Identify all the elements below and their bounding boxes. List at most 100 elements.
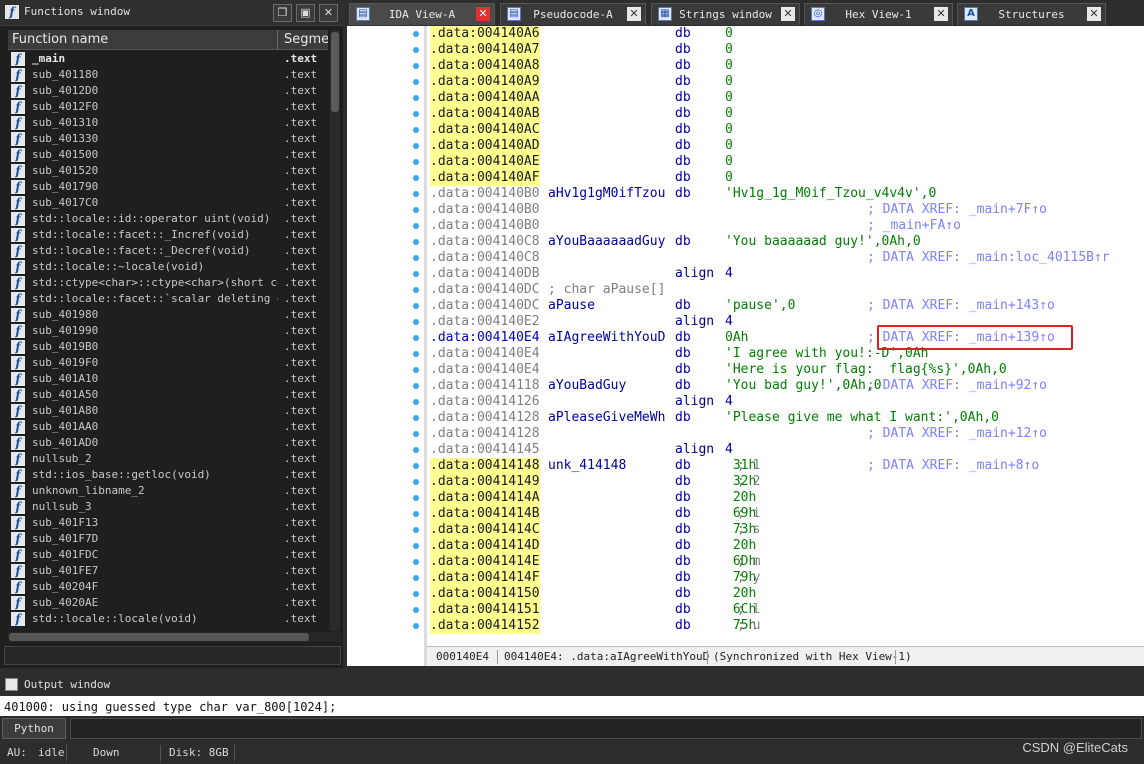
- data-label[interactable]: aIAgreeWithYouD: [548, 330, 665, 346]
- python-input[interactable]: [70, 718, 1142, 739]
- disasm-line[interactable]: .data:004140B0 ; DATA XREF: _main+7F↑o: [427, 202, 1144, 218]
- xref-comment[interactable]: ; DATA XREF: _main+8↑o: [867, 458, 1039, 474]
- disasm-line[interactable]: .data:004140AB db 0: [427, 106, 1144, 122]
- column-function-name[interactable]: Function name: [8, 30, 278, 50]
- function-row[interactable]: f sub_4019F0 .text: [8, 355, 328, 371]
- tab-structures[interactable]: A Structures ✕: [957, 3, 1106, 25]
- function-row[interactable]: f sub_401500 .text: [8, 147, 328, 163]
- data-label[interactable]: aYouBadGuy: [548, 378, 626, 394]
- output-window-body[interactable]: 401000: using guessed type char var_800[…: [0, 696, 1144, 716]
- disasm-line[interactable]: .data:0041414F db 79h; y: [427, 570, 1144, 586]
- operand[interactable]: 0: [725, 42, 733, 58]
- function-row[interactable]: f sub_401A50 .text: [8, 387, 328, 403]
- function-row[interactable]: f sub_401A80 .text: [8, 403, 328, 419]
- close-button[interactable]: ✕: [319, 4, 338, 22]
- operand[interactable]: 0: [725, 90, 733, 106]
- function-row[interactable]: f sub_401990 .text: [8, 323, 328, 339]
- disasm-line[interactable]: .data:0041414C db 73h; s: [427, 522, 1144, 538]
- operand[interactable]: 20h: [725, 538, 757, 554]
- data-label[interactable]: aPause: [548, 298, 595, 314]
- column-segment[interactable]: Segmer: [281, 30, 328, 50]
- function-row[interactable]: f sub_401FE7 .text: [8, 563, 328, 579]
- tab-pseudocode-a[interactable]: ▤ Pseudocode-A ✕: [500, 3, 646, 25]
- disasm-line[interactable]: .data:004140DC aPause db 'pause',0 ; DATA XR…: [427, 298, 1144, 314]
- disasm-line[interactable]: .data:004140AE db 0: [427, 154, 1144, 170]
- close-tab-icon[interactable]: ✕: [781, 7, 795, 21]
- function-row[interactable]: f sub_4012D0 .text: [8, 83, 328, 99]
- disasm-line[interactable]: .data:00414148 unk_414148 db 31h; 1; DATA …: [427, 458, 1144, 474]
- operand[interactable]: 'Please give me what I want:',0Ah,0: [725, 410, 999, 426]
- function-row[interactable]: f sub_401AA0 .text: [8, 419, 328, 435]
- disasm-line[interactable]: .data:00414118 aYouBadGuy db 'You bad guy!'…: [427, 378, 1144, 394]
- function-row[interactable]: f std::locale::facet::`scalar deleting d……: [8, 291, 328, 307]
- operand[interactable]: 0: [725, 170, 733, 186]
- disasm-line[interactable]: .data:0041414D db 20h: [427, 538, 1144, 554]
- disasm-line[interactable]: .data:004140E4 db 'Here is your flag: flag…: [427, 362, 1144, 378]
- functions-filter-bar[interactable]: [4, 646, 341, 665]
- xref-comment[interactable]: ; _main+FA↑o: [867, 218, 961, 234]
- functions-vertical-scrollbar[interactable]: [330, 30, 340, 631]
- function-row[interactable]: f sub_401520 .text: [8, 163, 328, 179]
- function-row[interactable]: f sub_4020AE .text: [8, 595, 328, 611]
- disasm-line[interactable]: .data:004140A9 db 0: [427, 74, 1144, 90]
- function-row[interactable]: f sub_401F7D .text: [8, 531, 328, 547]
- xref-comment[interactable]: ; DATA XREF: _main+92↑o: [867, 378, 1047, 394]
- tab-strings-window[interactable]: ▦ Strings window ✕: [651, 3, 800, 25]
- xref-comment[interactable]: ; DATA XREF: _main+12↑o: [867, 426, 1047, 442]
- function-row[interactable]: f sub_401310 .text: [8, 115, 328, 131]
- disasm-line[interactable]: .data:00414145 align 4: [427, 442, 1144, 458]
- operand[interactable]: 0: [725, 26, 733, 42]
- disasm-line[interactable]: .data:004140AC db 0: [427, 122, 1144, 138]
- function-row[interactable]: f std::ios_base::getloc(void) .text: [8, 467, 328, 483]
- function-row[interactable]: f sub_4019B0 .text: [8, 339, 328, 355]
- function-row[interactable]: f sub_401980 .text: [8, 307, 328, 323]
- operand[interactable]: 0: [725, 74, 733, 90]
- disasm-line[interactable]: .data:00414149 db 32h; 2: [427, 474, 1144, 490]
- disasm-line[interactable]: .data:0041414E db 6Dh; m: [427, 554, 1144, 570]
- tab-hex-view-1[interactable]: ◎ Hex View-1 ✕: [804, 3, 953, 25]
- scroll-thumb[interactable]: [9, 633, 309, 641]
- operand[interactable]: 4: [725, 442, 733, 458]
- disasm-line[interactable]: .data:004140A6 db 0: [427, 26, 1144, 42]
- xref-comment[interactable]: ; DATA XREF: _main+143↑o: [867, 298, 1055, 314]
- operand[interactable]: 20h: [725, 490, 757, 506]
- disasm-line[interactable]: .data:004140C8 aYouBaaaaaadGuy db 'You baaa…: [427, 234, 1144, 250]
- operand[interactable]: 0: [725, 154, 733, 170]
- disasm-line[interactable]: .data:00414151 db 6Ch; l: [427, 602, 1144, 618]
- function-row[interactable]: f sub_4017C0 .text: [8, 195, 328, 211]
- function-row[interactable]: f std::locale::facet::_Incref(void) .text: [8, 227, 328, 243]
- function-row[interactable]: f std::locale::~locale(void) .text: [8, 259, 328, 275]
- operand[interactable]: 0: [725, 58, 733, 74]
- operand[interactable]: 0: [725, 122, 733, 138]
- python-button[interactable]: Python: [2, 718, 66, 739]
- scroll-thumb[interactable]: [331, 32, 339, 112]
- operand[interactable]: 'You baaaaaad guy!',0Ah,0: [725, 234, 921, 250]
- disasm-line[interactable]: .data:0041414B db 69h; i: [427, 506, 1144, 522]
- function-row[interactable]: f std::locale::facet::_Decref(void) .text: [8, 243, 328, 259]
- close-tab-icon[interactable]: ✕: [476, 7, 490, 21]
- function-row[interactable]: f sub_401330 .text: [8, 131, 328, 147]
- operand[interactable]: 'Hv1g_1g_M0if_Tzou_v4v4v',0: [725, 186, 936, 202]
- restore-button[interactable]: ▣: [296, 4, 315, 22]
- float-button[interactable]: ❐: [273, 4, 292, 22]
- function-row[interactable]: f sub_401790 .text: [8, 179, 328, 195]
- function-row[interactable]: f sub_401180 .text: [8, 67, 328, 83]
- operand[interactable]: 'You bad guy!',0Ah,0: [725, 378, 882, 394]
- disasm-line[interactable]: .data:00414128 ; DATA XREF: _main+12↑o: [427, 426, 1144, 442]
- operand[interactable]: 'pause',0: [725, 298, 795, 314]
- function-row[interactable]: f sub_401FDC .text: [8, 547, 328, 563]
- function-row[interactable]: f unknown_libname_2 .text: [8, 483, 328, 499]
- disasm-line[interactable]: .data:00414152 db 75h; u: [427, 618, 1144, 634]
- operand[interactable]: 0: [725, 138, 733, 154]
- disasm-line[interactable]: .data:004140B0 aHv1g1gM0ifTzou db 'Hv1g_1g_…: [427, 186, 1144, 202]
- function-row[interactable]: f sub_401A10 .text: [8, 371, 328, 387]
- disasm-line[interactable]: .data:004140B0 ; _main+FA↑o: [427, 218, 1144, 234]
- operand[interactable]: 4: [725, 394, 733, 410]
- disasm-line[interactable]: .data:004140AD db 0: [427, 138, 1144, 154]
- disasm-line[interactable]: .data:0041414A db 20h: [427, 490, 1144, 506]
- operand[interactable]: 20h: [725, 586, 757, 602]
- disasm-line[interactable]: .data:004140A7 db 0: [427, 42, 1144, 58]
- disasm-line[interactable]: .data:004140AA db 0: [427, 90, 1144, 106]
- disasm-line[interactable]: .data:004140C8 ; DATA XREF: _main:loc_401…: [427, 250, 1144, 266]
- function-row[interactable]: f sub_401AD0 .text: [8, 435, 328, 451]
